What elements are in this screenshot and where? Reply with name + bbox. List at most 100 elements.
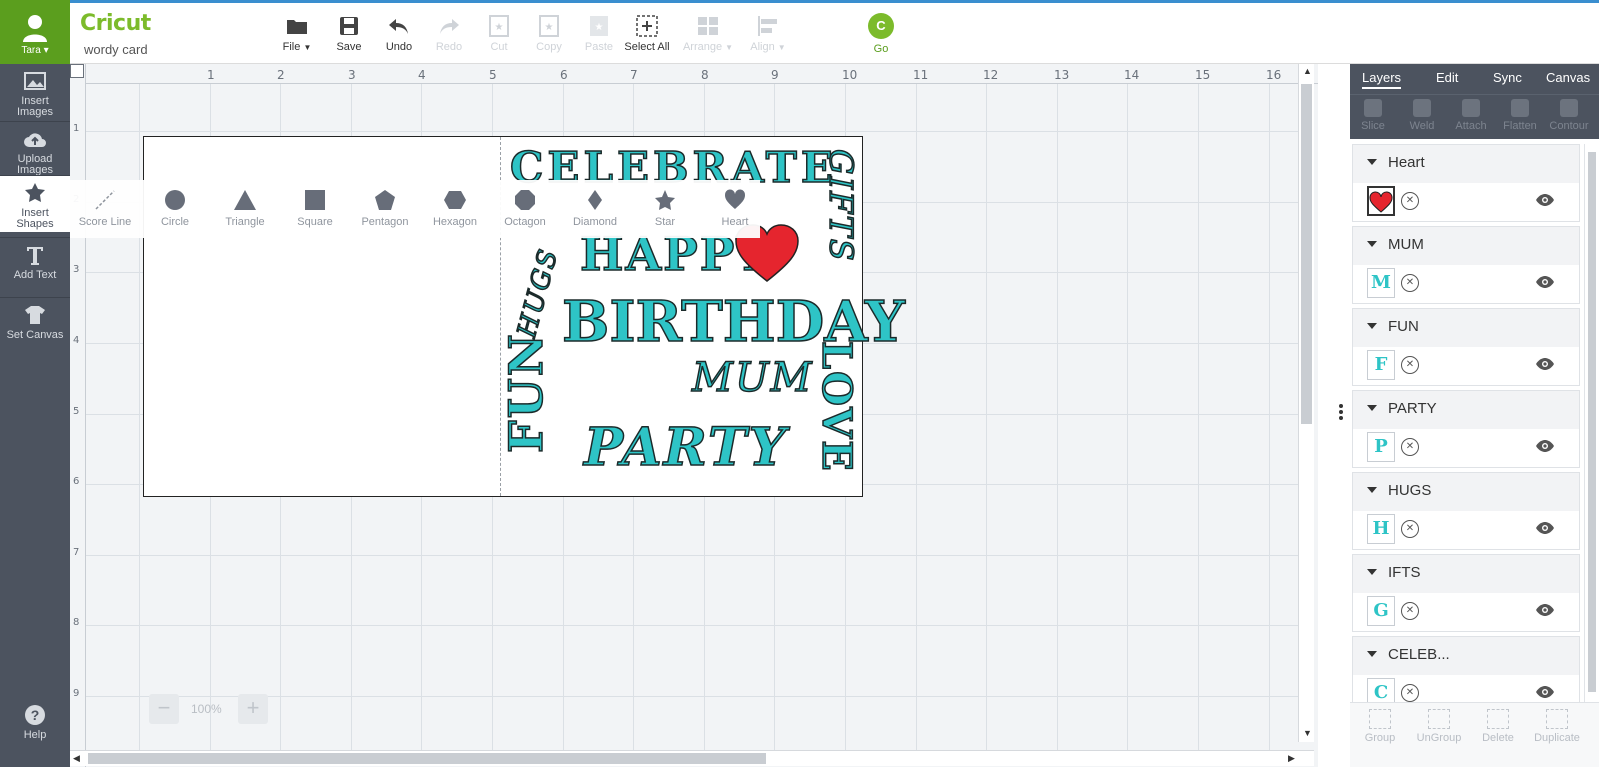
eye-icon[interactable] (1535, 275, 1555, 289)
layer-group-header[interactable]: MUM (1353, 227, 1581, 263)
layer-row[interactable]: H ✕ (1353, 511, 1579, 549)
layer-group-header[interactable]: PARTY (1353, 391, 1581, 427)
layer-group[interactable]: MUM M ✕ (1352, 226, 1580, 304)
group-button[interactable]: Group (1350, 709, 1410, 744)
zoom-in-button[interactable]: + (238, 694, 268, 724)
scroll-down-arrow-icon[interactable]: ▼ (1303, 728, 1312, 738)
chevron-down-icon[interactable] (1367, 487, 1377, 493)
layer-group-header[interactable]: CELEB... (1353, 637, 1581, 673)
toolbar-select-all-button[interactable]: Select All (617, 11, 677, 53)
cloud-upload-icon (0, 128, 70, 150)
sidebar-item-insert-images[interactable]: Insert Images (0, 64, 70, 120)
layer-group[interactable]: PARTY P ✕ (1352, 390, 1580, 468)
canvas-horizontal-scrollbar[interactable]: ◀ ▶ (70, 750, 1314, 766)
shape-hexagon-button[interactable]: Hexagon (420, 188, 490, 228)
sidebar-item-upload-images[interactable]: Upload Images (0, 122, 70, 178)
mum-text[interactable]: MUM (691, 354, 814, 402)
cut-operation-icon[interactable]: ✕ (1401, 438, 1419, 456)
delete-button[interactable]: Delete (1468, 709, 1528, 744)
layer-group[interactable]: IFTS G ✕ (1352, 554, 1580, 632)
user-menu[interactable]: Tara ▾ (0, 0, 70, 67)
shape-star-button[interactable]: Star (630, 188, 700, 228)
chevron-down-icon[interactable] (1367, 405, 1377, 411)
ungroup-button[interactable]: UnGroup (1409, 709, 1469, 744)
gifts-text[interactable]: GIFTS (821, 148, 861, 263)
layer-row[interactable]: P ✕ (1353, 429, 1579, 467)
sidebar-item-set-canvas[interactable]: Set Canvas (0, 298, 70, 354)
go-icon[interactable]: C (868, 13, 894, 39)
tab-sync[interactable]: Sync (1493, 70, 1522, 85)
cut-operation-icon[interactable]: ✕ (1401, 602, 1419, 620)
help-button[interactable]: ? Help (0, 704, 70, 741)
scroll-left-arrow-icon[interactable]: ◀ (73, 753, 80, 764)
drag-handle-icon[interactable] (1339, 404, 1343, 422)
canvas-vscroll-thumb[interactable] (1301, 84, 1312, 424)
chevron-down-icon[interactable] (1367, 651, 1377, 657)
layer-group[interactable]: FUN F ✕ (1352, 308, 1580, 386)
go-button-label[interactable]: Go (861, 43, 901, 55)
scroll-up-arrow-icon[interactable]: ▲ (1303, 66, 1312, 76)
layer-group-header[interactable]: FUN (1353, 309, 1581, 345)
layers-scroll-thumb[interactable] (1588, 152, 1596, 692)
cut-operation-icon[interactable]: ✕ (1401, 192, 1419, 210)
shape-pentagon-button[interactable]: Pentagon (350, 188, 420, 228)
eye-icon[interactable] (1535, 603, 1555, 617)
layer-group-header[interactable]: HUGS (1353, 473, 1581, 509)
attach-button[interactable]: Attach (1446, 99, 1496, 132)
toolbar-arrange-button[interactable]: Arrange ▼ (678, 11, 738, 53)
eye-icon[interactable] (1535, 439, 1555, 453)
zoom-out-button[interactable]: − (149, 694, 179, 724)
sidebar-item-add-text[interactable]: Add Text (0, 238, 70, 294)
eye-icon[interactable] (1535, 193, 1555, 207)
tab-canvas[interactable]: Canvas (1546, 70, 1590, 85)
layer-group-header[interactable]: Heart (1353, 145, 1581, 181)
layer-group[interactable]: Heart ✕ (1352, 144, 1580, 222)
chevron-down-icon[interactable] (1367, 241, 1377, 247)
tab-edit[interactable]: Edit (1436, 70, 1458, 85)
layer-row[interactable]: ✕ (1353, 183, 1579, 221)
shape-score-line-button[interactable]: Score Line (70, 188, 140, 228)
eye-icon[interactable] (1535, 685, 1555, 699)
chevron-down-icon[interactable] (1367, 323, 1377, 329)
eye-icon[interactable] (1535, 357, 1555, 371)
cut-operation-icon[interactable]: ✕ (1401, 274, 1419, 292)
layer-row[interactable]: M ✕ (1353, 265, 1579, 303)
shape-square-button[interactable]: Square (280, 188, 350, 228)
ruler-left-tick-label: 8 (73, 617, 80, 628)
fun-text[interactable]: FUN (498, 331, 554, 453)
toolbar-align-button[interactable]: Align ▼ (738, 11, 798, 53)
cut-operation-icon[interactable]: ✕ (1401, 684, 1419, 702)
sidebar-item-insert-shapes[interactable]: Insert Shapes (0, 176, 70, 232)
chevron-down-icon[interactable] (1367, 569, 1377, 575)
flatten-button[interactable]: Flatten (1495, 99, 1545, 132)
tab-layers[interactable]: Layers (1362, 70, 1402, 89)
project-title[interactable]: wordy card (84, 42, 148, 57)
weld-button[interactable]: Weld (1397, 99, 1447, 132)
layer-row[interactable]: F ✕ (1353, 347, 1579, 385)
shape-triangle-button[interactable]: Triangle (210, 188, 280, 228)
shape-octagon-button[interactable]: Octagon (490, 188, 560, 228)
love-text[interactable]: LOVE (812, 340, 861, 473)
party-text[interactable]: PARTY (583, 416, 788, 479)
duplicate-button[interactable]: Duplicate (1527, 709, 1587, 744)
shape-diamond-button[interactable]: Diamond (560, 188, 630, 228)
panel-splitter[interactable] (1318, 64, 1350, 767)
eye-icon[interactable] (1535, 521, 1555, 535)
shape-circle-button[interactable]: Circle (140, 188, 210, 228)
shape-heart-button[interactable]: Heart (700, 188, 770, 228)
chevron-down-icon[interactable] (1367, 159, 1377, 165)
layers-scrollbar[interactable] (1584, 144, 1598, 758)
layer-group-header[interactable]: IFTS (1353, 555, 1581, 591)
scroll-right-arrow-icon[interactable]: ▶ (1288, 753, 1295, 764)
cut-operation-icon[interactable]: ✕ (1401, 520, 1419, 538)
toolbar-file-button[interactable]: File ▼ (267, 11, 327, 53)
hugs-text[interactable]: HUGS (511, 244, 565, 341)
canvas-vertical-scrollbar[interactable]: ▲ ▼ (1298, 64, 1314, 742)
slice-button[interactable]: Slice (1348, 99, 1398, 132)
layer-row[interactable]: G ✕ (1353, 593, 1579, 631)
canvas-hscroll-thumb[interactable] (88, 753, 766, 764)
contour-button[interactable]: Contour (1544, 99, 1594, 132)
canvas-area[interactable]: 1234567891011121314151617 123456789 CELE… (70, 64, 1318, 767)
layer-group[interactable]: HUGS H ✕ (1352, 472, 1580, 550)
cut-operation-icon[interactable]: ✕ (1401, 356, 1419, 374)
